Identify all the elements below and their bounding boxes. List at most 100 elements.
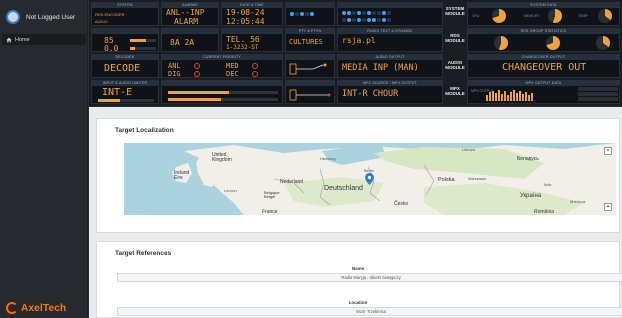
ps-name: TEL. 56 — [226, 35, 260, 44]
panel-header: RADIO TEXT & DYNAMIC — [338, 29, 442, 34]
rds-stats-panel: RDS GROUP STATISTICS — [467, 28, 620, 52]
priority-panel: CURRENT PRIORITY ANL DIG MED DEC — [161, 54, 283, 78]
decoder-panel: DECODER DECODE — [91, 54, 159, 78]
map-close-icon[interactable]: × — [604, 147, 612, 155]
map-label-kyiv: Київ — [544, 183, 552, 187]
input-value: INT-E — [102, 87, 133, 98]
location-field[interactable]: Wzór Trzebinica — [117, 307, 622, 316]
alarm-indicator — [252, 71, 258, 77]
map-label-moldova: Moldova — [570, 199, 586, 204]
alarms-panel: ALARMS ANL--INP ALARM — [161, 2, 219, 26]
radiotext-flags-panel — [337, 2, 443, 26]
sidebar: Not Logged User Home AxelTech — [0, 0, 88, 318]
pi-panel: 8A 2A — [161, 28, 219, 52]
panel-header: SYSTEM — [92, 3, 158, 8]
panel-header — [286, 55, 334, 60]
status-dashboard: SYSTEM RDS ENCODER AUDIO ALARMS ANL--INP… — [89, 0, 622, 106]
map-label-warszawa: Warszawa — [468, 177, 486, 181]
panel-header — [162, 81, 282, 86]
map-label-polska: Polska — [438, 177, 455, 183]
name-field[interactable]: Radio Maryja - obiekt zastępczy — [117, 273, 622, 282]
panel-header: AUDIO OUTPUT — [338, 55, 442, 60]
levels-panel: 85 0.0 — [91, 28, 159, 53]
priority-1: ANL — [168, 62, 181, 70]
references-card: Target References Name Radio Maryja - ob… — [96, 241, 622, 318]
input-panel: INPUT & AUDIO LIMITER INT-E — [91, 80, 159, 104]
rds-label: RDS ENCODER — [95, 12, 125, 17]
system-module-label: SYSTEM MODULE — [445, 6, 465, 16]
temp-label: TEMP — [578, 14, 588, 18]
changeover-value: CHANGEOVER OUT — [502, 62, 587, 73]
panel-header — [286, 3, 334, 8]
main-content: Target Localization Lietuva United Kingd… — [89, 107, 622, 318]
sidebar-item-home[interactable]: Home — [2, 34, 86, 45]
rds-group-gauge-1 — [494, 36, 508, 50]
panel-header: PTY & PTYN — [286, 29, 334, 34]
audio-module-label: AUDIO MODULE — [445, 60, 465, 70]
pty-value: CULTURES — [289, 38, 323, 46]
date-display: 19-08-24 — [226, 8, 265, 17]
audio-output-panel: AUDIO OUTPUT MEDIA INP (MAN) — [337, 54, 443, 78]
location-pin-icon[interactable] — [365, 173, 374, 185]
level-bar-left — [130, 39, 156, 42]
rds-group-gauge-3 — [596, 36, 610, 50]
ps-tel: 1-3232-ST — [226, 44, 259, 51]
alarm-indicator — [194, 63, 200, 69]
time-display: 12:05:44 — [226, 17, 265, 26]
map-label-romania: România — [534, 209, 555, 215]
panel-header: MPX OUTPUT DATA — [468, 81, 619, 86]
meter-bar-1 — [168, 91, 278, 94]
cpu-gauge — [492, 9, 506, 23]
location-label: Location — [348, 300, 368, 305]
audio-label: AUDIO — [95, 19, 108, 24]
panel-header: CHANGEOVER OUTPUT — [468, 55, 619, 60]
map-label-belgique: Belgique België — [264, 190, 280, 199]
section-title: Target Localization — [115, 127, 174, 134]
section-title: Target References — [115, 250, 172, 257]
map-label-cesko: Česko — [394, 201, 409, 207]
changeover-panel: CHANGEOVER OUTPUT CHANGEOVER OUT — [467, 54, 620, 78]
app-root: Not Logged User Home AxelTech SYSTEM RDS… — [0, 0, 622, 318]
panel-header: INPUT & AUDIO LIMITER — [92, 81, 158, 86]
system-data-panel: SYSTEM DATA CPU MEMORY TEMP — [467, 2, 620, 26]
panel-header — [222, 29, 282, 34]
map-label-nederland: Nederland — [280, 179, 304, 185]
map-locate-icon[interactable]: ⌖ — [604, 203, 612, 211]
priority-4: DEC — [226, 70, 239, 78]
user-profile[interactable]: Not Logged User — [6, 6, 86, 28]
memory-label: MEMORY — [524, 14, 540, 18]
date-time-panel: DATE & TIME 19-08-24 12:05:44 — [221, 2, 283, 26]
audio-output-value: MEDIA INP (MAN) — [342, 63, 419, 73]
panel-header: MPX SOURCE / MPX OUTPUT — [338, 81, 442, 86]
alarm-line-2: ALARM — [174, 17, 199, 26]
flag-leds-bottom — [342, 18, 392, 22]
alarm-line-1: ANL--INP — [166, 8, 205, 17]
map-label-france: France — [262, 209, 278, 215]
decoder-value: DECODE — [104, 63, 141, 74]
mpx-output-value: INT-R CHOUR — [342, 89, 399, 99]
map-label-ireland: Ireland Éire — [174, 170, 190, 181]
ps-panel: TEL. 56 1-3232-ST — [221, 28, 283, 52]
mpx-routing-icon — [289, 89, 331, 101]
panel-header: RDS GROUP STATISTICS — [468, 29, 619, 34]
memory-gauge — [548, 9, 562, 23]
panel-header: DECODER — [92, 55, 158, 60]
mpx-spectrum — [486, 89, 533, 101]
panel-header: CURRENT PRIORITY — [162, 55, 282, 60]
mpx-module-label: MPX MODULE — [445, 86, 465, 96]
panel-header: SYSTEM DATA — [468, 3, 619, 8]
mpx-stats-table — [578, 87, 618, 103]
brand-name: AxelTech — [21, 302, 67, 314]
map-label-belarus: Беларусь — [517, 156, 539, 162]
mpx-routing-panel — [285, 80, 335, 104]
system-panel: SYSTEM RDS ENCODER AUDIO — [91, 2, 159, 26]
temp-gauge — [598, 9, 612, 23]
rds-group-gauge-2 — [546, 36, 560, 50]
map-label-london: London — [224, 189, 237, 193]
priority-3: MED — [226, 62, 239, 70]
level-bar-right — [130, 47, 156, 50]
mpx-output-panel: MPX SOURCE / MPX OUTPUT INT-R CHOUR — [337, 80, 443, 104]
pty-panel: PTY & PTYN CULTURES — [285, 28, 335, 52]
map-view[interactable]: Lietuva United Kingdom Ireland Éire Бела… — [124, 143, 616, 215]
status-leds — [290, 12, 315, 16]
